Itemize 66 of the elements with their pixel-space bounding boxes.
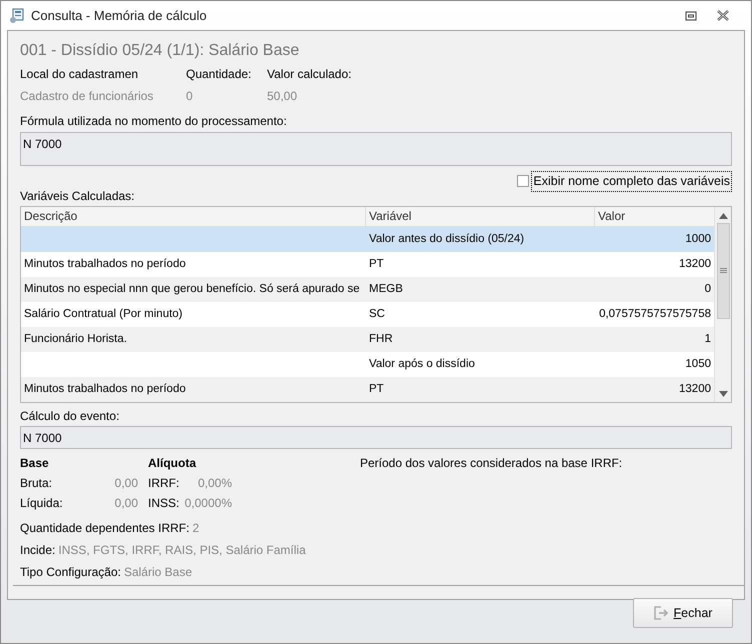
field-value: 0,0000% <box>184 494 232 512</box>
field-value: Salário Base <box>124 564 192 581</box>
field-value: 2 <box>192 520 200 537</box>
irrf-period-label: Período dos valores considerados na base IRRF: <box>360 454 622 472</box>
checkbox[interactable] <box>517 175 530 188</box>
table-cell: SC <box>369 308 385 320</box>
table-cell: Minutos trabalhados no período <box>24 258 186 270</box>
field-label: Incide: <box>20 542 56 559</box>
window-title: Consulta - Memória de cálculo <box>31 6 207 25</box>
field-label: INSS: <box>148 494 180 512</box>
app-icon <box>9 8 25 24</box>
field-label: Valor calculado: <box>267 66 352 83</box>
table-row[interactable]: Minutos no especial nnn que gerou benefício. Só será apurado se MEGB 0 <box>21 276 714 302</box>
column-header: Descrição <box>21 206 366 226</box>
table-cell: FHR <box>369 332 393 345</box>
table-cell: 13200 <box>679 382 711 395</box>
table-cell: Valor após o dissídio <box>369 358 475 370</box>
table-row[interactable]: Valor antes do dissídio (05/24) 1000 <box>21 226 714 252</box>
table-cell: MEGB <box>369 282 403 295</box>
scroll-thumb[interactable] <box>716 222 730 319</box>
table-row[interactable]: Minutos trabalhados no período PT 13200 <box>21 376 714 402</box>
table-row[interactable]: Funcionário Horista. FHR 1 <box>21 326 714 352</box>
table-cell: Valor antes do dissídio (05/24) <box>369 232 524 245</box>
table-cell: Salário Contratual (Por minuto) <box>24 308 183 320</box>
field-value: 0,00 <box>114 494 138 512</box>
group-title: Base <box>20 454 50 472</box>
close-button[interactable]: Fechar <box>633 598 733 628</box>
field-value: 50,00 <box>267 88 298 105</box>
table-cell: Minutos no especial nnn que gerou benefício. Só será apurado se <box>24 282 360 295</box>
table-cell: 1000 <box>685 232 711 245</box>
field-label: Tipo Configuração: <box>20 564 121 581</box>
table-cell: Minutos trabalhados no período <box>24 382 186 395</box>
field-label: Líquida: <box>20 494 64 512</box>
field-label: Local do cadastramen <box>20 66 140 83</box>
field-label: Bruta: <box>20 474 54 492</box>
field-value: 0,00 <box>114 474 138 492</box>
table-cell: PT <box>369 382 384 395</box>
field-value: INSS, FGTS, IRRF, RAIS, PIS, Salário Família <box>58 542 306 559</box>
table-cell: PT <box>369 258 384 270</box>
field-label: Quantidade dependentes IRRF: <box>20 520 190 537</box>
exit-icon <box>654 606 670 620</box>
field-value: 0 <box>186 88 194 105</box>
column-header: Valor <box>597 208 626 226</box>
section-label: Variáveis Calculadas: <box>20 188 136 205</box>
scrollbar[interactable] <box>714 206 731 402</box>
event-formula-field[interactable]: N 7000 <box>20 426 732 449</box>
formula-field[interactable]: N 7000 <box>20 132 732 166</box>
restore-icon[interactable] <box>685 10 697 20</box>
field-value: Cadastro de funcionários <box>20 88 154 105</box>
field-label: Cálculo do evento: <box>20 408 120 425</box>
table-cell: 1050 <box>685 358 711 370</box>
field-label: Quantidade: <box>186 66 252 83</box>
table-cell: 1 <box>704 332 711 345</box>
scroll-up-icon[interactable] <box>718 212 728 219</box>
close-icon[interactable] <box>717 10 729 21</box>
field-label: IRRF: <box>148 474 180 492</box>
scroll-down-icon[interactable] <box>718 390 728 397</box>
field-label: Fórmula utilizada no momento do processamento: <box>20 113 288 130</box>
record-heading: 001 - Dissídio 05/24 (1/1): Salário Base <box>20 41 300 61</box>
table-cell: 13200 <box>679 258 711 270</box>
table-cell: 0,0757575757575758 <box>599 308 711 320</box>
table-cell: Funcionário Horista. <box>24 332 127 345</box>
table-cell: 0 <box>704 282 711 295</box>
column-header: Variável <box>366 206 595 226</box>
group-title: Alíquota <box>148 454 198 472</box>
field-value: 0,00% <box>196 474 232 492</box>
